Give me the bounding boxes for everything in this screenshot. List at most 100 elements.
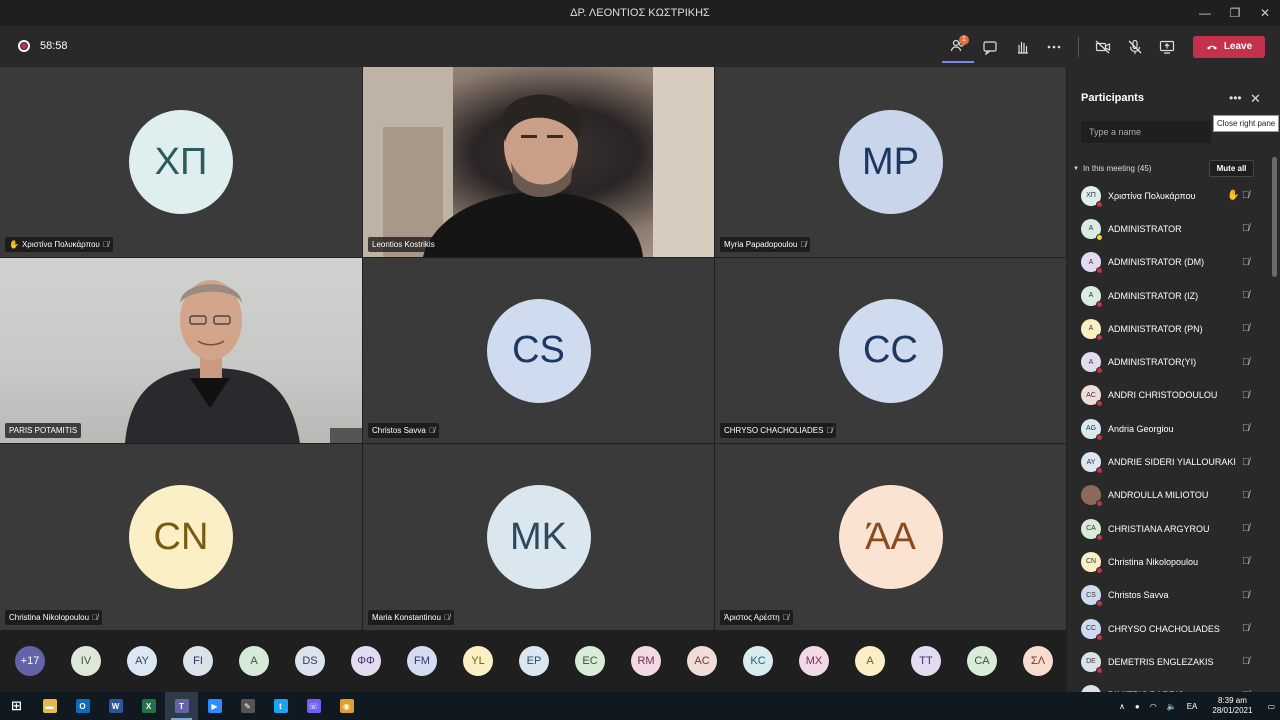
participant-tile[interactable]: ΧΠ ✋ Χριστίνα Πολυκάρπου 🎙̸: [0, 67, 362, 257]
restore-button[interactable]: ❐: [1220, 0, 1250, 26]
pane-more-options-button[interactable]: •••: [1229, 91, 1242, 105]
raise-hand-button[interactable]: [1006, 31, 1038, 63]
meeting-controls: 1 Leave: [942, 26, 1280, 67]
mic-off-icon[interactable]: 🎙̸: [1242, 357, 1250, 368]
mic-off-icon[interactable]: 🎙̸: [1242, 257, 1250, 268]
participant-list-item[interactable]: CS Christos Savva 🎙̸: [1067, 579, 1272, 612]
mic-off-icon[interactable]: 🎙̸: [1242, 556, 1250, 567]
strip-participant-avatar[interactable]: AY: [127, 646, 157, 676]
participant-list-item[interactable]: CC CHRYSO CHACHOLIADES 🎙̸: [1067, 612, 1272, 645]
chrome-icon[interactable]: ◉: [330, 692, 363, 720]
strip-participant-avatar[interactable]: CA: [967, 646, 997, 676]
strip-participant-avatar[interactable]: MX: [799, 646, 829, 676]
strip-participant-avatar[interactable]: A: [239, 646, 269, 676]
share-screen-button[interactable]: [1151, 31, 1183, 63]
participant-list-item[interactable]: CN Christina Nikolopoulou 🎙̸: [1067, 545, 1272, 578]
mic-off-icon[interactable]: 🎙̸: [1242, 656, 1250, 667]
microphone-button[interactable]: [1119, 31, 1151, 63]
file-explorer-icon[interactable]: ▬: [33, 692, 66, 720]
participant-search-input[interactable]: [1081, 121, 1211, 143]
strip-participant-avatar[interactable]: AC: [687, 646, 717, 676]
more-actions-button[interactable]: [1038, 31, 1070, 63]
participants-button[interactable]: 1: [942, 31, 974, 63]
participant-list-item[interactable]: A ADMINISTRATOR (PN) 🎙̸: [1067, 312, 1272, 345]
participant-list-item[interactable]: DE DEMETRIS ENGLEZAKIS 🎙̸: [1067, 645, 1272, 678]
notifications-icon[interactable]: ▭: [1267, 702, 1275, 711]
strip-participant-avatar[interactable]: DS: [295, 646, 325, 676]
participant-list-item[interactable]: A ADMINISTRATOR (IZ) 🎙̸: [1067, 279, 1272, 312]
participant-video-tile[interactable]: Leontios Kostrikis: [363, 67, 714, 257]
camera-button[interactable]: [1087, 31, 1119, 63]
raised-hand-icon: ✋: [9, 240, 19, 249]
mic-off-icon[interactable]: 🎙̸: [1242, 290, 1250, 301]
participant-tile[interactable]: CC CHRYSO CHACHOLIADES 🎙̸: [715, 258, 1066, 443]
mic-off-icon[interactable]: 🎙̸: [1242, 623, 1250, 634]
leave-button[interactable]: Leave: [1193, 35, 1265, 58]
participant-video-tile[interactable]: PARIS POTAMITIS: [0, 258, 362, 443]
location-icon: ●: [1134, 701, 1140, 711]
strip-participant-avatar[interactable]: FM: [407, 646, 437, 676]
word-icon[interactable]: W: [99, 692, 132, 720]
minimize-button[interactable]: —: [1190, 0, 1220, 26]
teams-icon[interactable]: T: [165, 692, 198, 720]
mute-all-button[interactable]: Mute all: [1209, 160, 1254, 177]
strip-participant-avatar[interactable]: EP: [519, 646, 549, 676]
outlook-icon[interactable]: O: [66, 692, 99, 720]
strip-participant-avatar[interactable]: YL: [463, 646, 493, 676]
participant-list-item[interactable]: ANDROULLA MILIOTOU 🎙̸: [1067, 479, 1272, 512]
excel-icon[interactable]: X: [132, 692, 165, 720]
volume-icon[interactable]: 🔈: [1167, 702, 1177, 711]
strip-participant-avatar[interactable]: IV: [71, 646, 101, 676]
app-icon[interactable]: t: [264, 692, 297, 720]
mic-off-icon[interactable]: 🎙̸: [1242, 457, 1250, 468]
start-button[interactable]: ⊞: [0, 692, 33, 720]
participant-tile[interactable]: MP Myria Papadopoulou 🎙̸: [715, 67, 1066, 257]
participant-nametag: ✋ Χριστίνα Πολυκάρπου 🎙̸: [5, 237, 113, 252]
mic-off-icon[interactable]: 🎙̸: [1242, 523, 1250, 534]
close-pane-button[interactable]: ✕: [1250, 91, 1261, 107]
snip-icon[interactable]: ✎: [231, 692, 264, 720]
in-meeting-section-header[interactable]: ▼ In this meeting (45): [1073, 164, 1151, 173]
show-hidden-icons-icon[interactable]: ∧: [1119, 702, 1125, 711]
strip-participant-avatar[interactable]: ΦΦ: [351, 646, 381, 676]
participant-list-scrollbar[interactable]: [1272, 157, 1277, 277]
pane-title: Participants: [1081, 92, 1144, 104]
wifi-icon[interactable]: ◠: [1150, 702, 1157, 711]
mic-off-icon[interactable]: 🎙̸: [1242, 490, 1250, 501]
participant-list-item[interactable]: AC ANDRI CHRISTODOULOU 🎙̸: [1067, 379, 1272, 412]
strip-participant-avatar[interactable]: TT: [911, 646, 941, 676]
participant-list-item[interactable]: AG Andria Georgiou 🎙̸: [1067, 412, 1272, 445]
zoom-icon[interactable]: ▶: [198, 692, 231, 720]
strip-participant-avatar[interactable]: ΣΛ: [1023, 646, 1053, 676]
participant-tile[interactable]: CS Christos Savva 🎙̸: [363, 258, 714, 443]
strip-participant-avatar[interactable]: A: [855, 646, 885, 676]
participant-avatar: MK: [486, 485, 591, 589]
chat-button[interactable]: [974, 31, 1006, 63]
participant-list-item[interactable]: A ADMINISTRATOR (DM) 🎙̸: [1067, 246, 1272, 279]
presence-status-icon: [1096, 500, 1103, 508]
participant-list-item[interactable]: CA CHRISTIANA ARGYROU 🎙̸: [1067, 512, 1272, 545]
participant-tile[interactable]: MK Maria Konstantinou 🎙̸: [363, 444, 714, 630]
mic-off-icon[interactable]: 🎙̸: [1242, 590, 1250, 601]
participant-list-item[interactable]: ΧΠ Χριστίνα Πολυκάρπου ✋ 🎙̸: [1067, 179, 1272, 212]
strip-participant-avatar[interactable]: KC: [743, 646, 773, 676]
mic-off-icon[interactable]: 🎙̸: [1242, 223, 1250, 234]
mic-off-icon[interactable]: 🎙̸: [1242, 323, 1250, 334]
strip-participant-avatar[interactable]: EC: [575, 646, 605, 676]
strip-participant-avatar[interactable]: FI: [183, 646, 213, 676]
participant-list-item[interactable]: DDDIMITRIS DARRIS🎙̸: [1067, 678, 1272, 692]
viber-icon[interactable]: ☏: [297, 692, 330, 720]
system-clock[interactable]: 8:39 am 28/01/2021: [1212, 696, 1252, 716]
strip-participant-avatar[interactable]: RM: [631, 646, 661, 676]
participant-list-item[interactable]: A ADMINISTRATOR(YI) 🎙̸: [1067, 345, 1272, 378]
participant-tile[interactable]: ΆΑ Άριστος Αρέστη 🎙̸: [715, 444, 1066, 630]
mic-off-icon[interactable]: 🎙̸: [1242, 423, 1250, 434]
more-participants-button[interactable]: +17: [15, 646, 45, 676]
participant-list-item[interactable]: A ADMINISTRATOR 🎙̸: [1067, 212, 1272, 245]
participant-tile[interactable]: CN Christina Nikolopoulou 🎙̸: [0, 444, 362, 630]
participant-list-item[interactable]: AY ANDRIE SIDERI YIALLOURAKI 🎙̸: [1067, 445, 1272, 478]
mic-off-icon[interactable]: 🎙̸: [1242, 190, 1250, 201]
close-window-button[interactable]: ✕: [1250, 0, 1280, 26]
language-indicator[interactable]: EA: [1187, 702, 1198, 711]
mic-off-icon[interactable]: 🎙̸: [1242, 390, 1250, 401]
